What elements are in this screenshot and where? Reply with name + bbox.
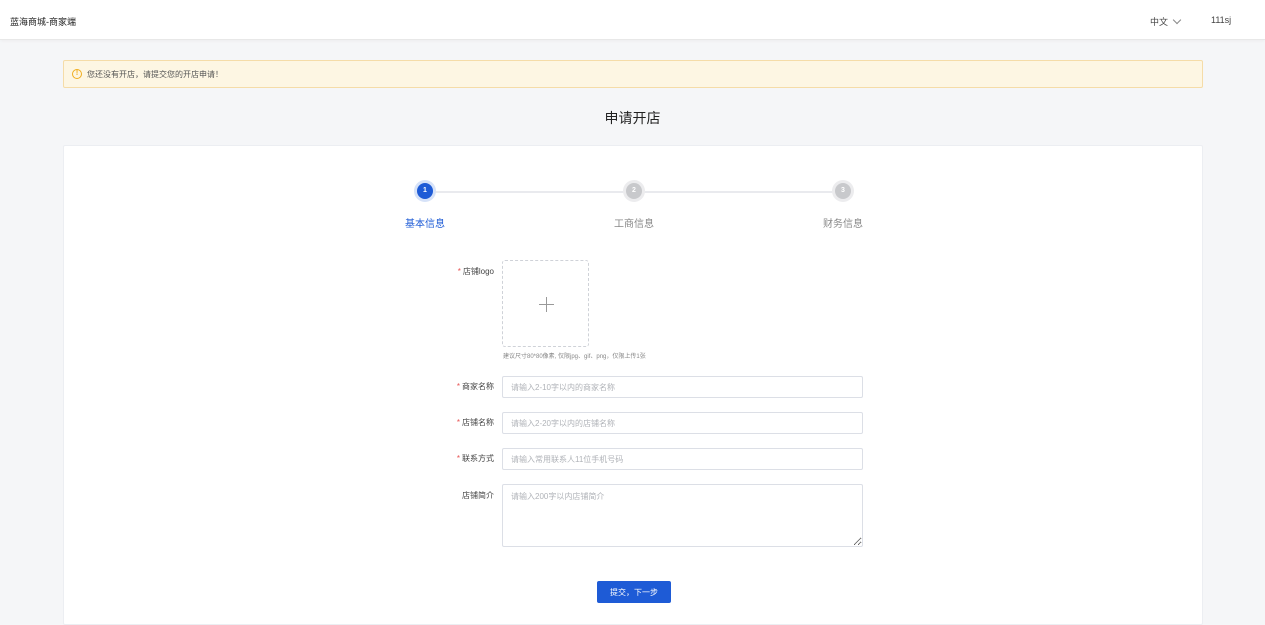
username[interactable]: 111sj	[1211, 15, 1231, 25]
intro-textarea[interactable]	[502, 484, 863, 547]
merchant-name-input[interactable]	[502, 376, 863, 398]
step-connector	[434, 191, 634, 193]
step-1-label: 基本信息	[405, 219, 445, 230]
logo-hint: 建议尺寸80*80像素, 仅限jpg、gif、png，仅限上传1张	[503, 354, 646, 360]
language-selector[interactable]: 中文	[1150, 15, 1182, 28]
shop-name-label: * 店铺名称	[456, 418, 494, 427]
page-title: 申请开店	[604, 110, 661, 126]
contact-label: * 联系方式	[456, 454, 494, 463]
step-connector	[642, 191, 842, 193]
step-3-dot: 3	[835, 183, 851, 199]
language-label: 中文	[1150, 17, 1169, 27]
top-header: 蓝海商城-商家端 中文 111sj	[0, 0, 1265, 40]
alert-message: 您还没有开店，请提交您的开店申请！	[87, 69, 223, 79]
step-2-dot: 2	[626, 183, 642, 199]
contact-input[interactable]	[502, 448, 863, 470]
chevron-down-icon	[1172, 15, 1182, 25]
intro-label: 店铺简介	[462, 491, 494, 500]
step-2-label: 工商信息	[614, 219, 654, 230]
brand-title: 蓝海商城-商家端	[10, 17, 76, 27]
merchant-name-label: * 商家名称	[456, 382, 494, 391]
step-1-dot: 1	[417, 183, 433, 199]
logo-label: * 店铺logo	[457, 267, 494, 276]
warning-circle-icon: !	[72, 69, 82, 79]
steps-progress: 1 2 3 基本信息 工商信息 财务信息	[64, 146, 1204, 236]
notice-alert: ! 您还没有开店，请提交您的开店申请！	[63, 60, 1203, 88]
logo-upload[interactable]	[502, 260, 589, 347]
apply-form-card: 1 2 3 基本信息 工商信息 财务信息 * 店铺logo 建议尺寸80*80像素…	[63, 145, 1203, 625]
shop-name-input[interactable]	[502, 412, 863, 434]
submit-next-button[interactable]: 提交，下一步	[597, 581, 671, 603]
step-3-label: 财务信息	[823, 219, 863, 230]
